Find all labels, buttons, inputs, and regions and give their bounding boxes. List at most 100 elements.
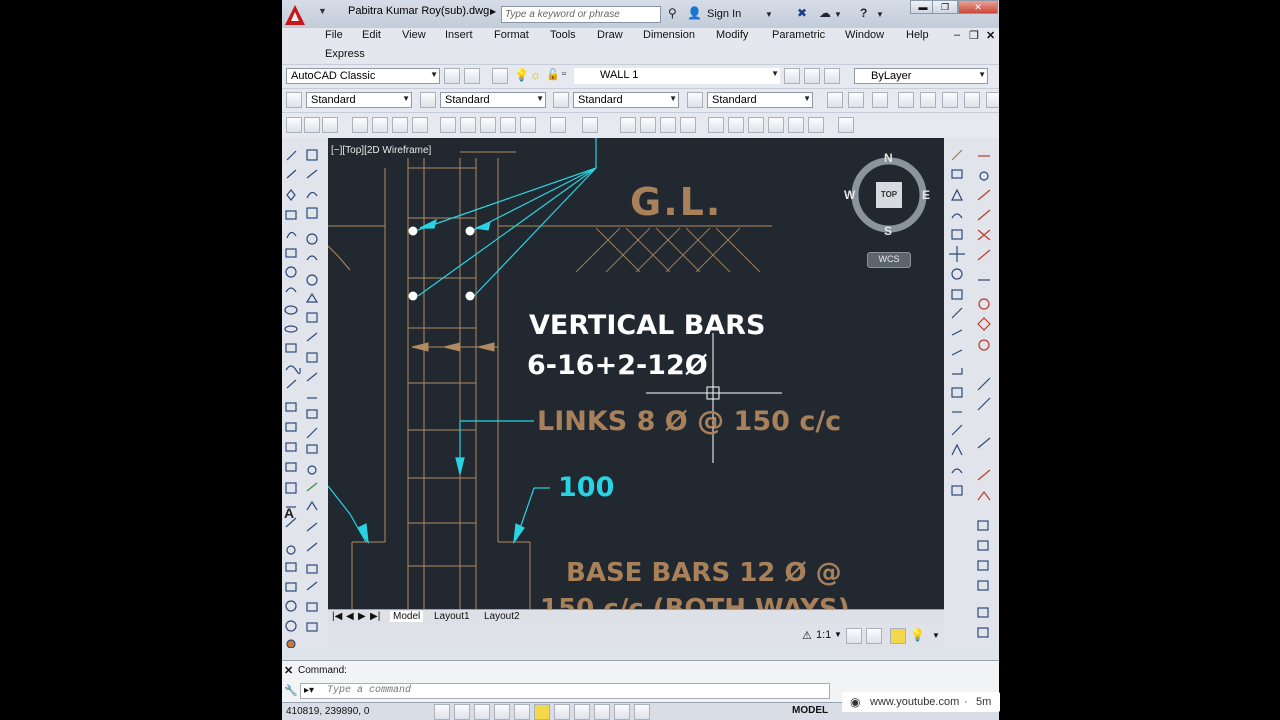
open-file-icon[interactable]	[304, 117, 320, 133]
youtube-source-overlay[interactable]: ◉ www.youtube.com · 5m	[842, 692, 1000, 712]
ortho-mode-icon[interactable]	[494, 704, 510, 720]
menu-modify[interactable]: Modify	[716, 29, 748, 41]
draw-tools-strip[interactable]: A	[282, 138, 328, 649]
dim-diameter-icon[interactable]	[942, 92, 958, 108]
menu-window[interactable]: Window	[845, 29, 884, 41]
viewport-controls-label[interactable]: [−][Top][2D Wireframe]	[331, 145, 431, 156]
tab-prev-icon[interactable]: ◀	[346, 611, 354, 622]
tab-last-icon[interactable]: ▶|	[370, 611, 380, 622]
sign-in-dropdown-icon[interactable]: ▼	[765, 10, 773, 19]
compass-east[interactable]: E	[922, 188, 930, 202]
menu-format[interactable]: Format	[494, 29, 529, 41]
restore-button[interactable]: ❐	[932, 0, 958, 14]
workspace-switch-icon[interactable]	[890, 628, 906, 644]
color-select[interactable]: ByLayer ▼	[854, 68, 988, 84]
tab-model[interactable]: Model	[390, 611, 424, 622]
sign-in-button[interactable]: Sign In	[707, 8, 741, 20]
source-url[interactable]: www.youtube.com	[870, 696, 959, 708]
menu-edit[interactable]: Edit	[362, 29, 381, 41]
print-icon[interactable]	[352, 117, 368, 133]
tab-next-icon[interactable]: ▶	[358, 611, 366, 622]
snap-mode-icon[interactable]	[454, 704, 470, 720]
quick-properties-icon[interactable]	[634, 704, 650, 720]
menu-help[interactable]: Help	[906, 29, 929, 41]
sun-icon[interactable]: ☼	[530, 68, 541, 82]
autocad-logo-icon[interactable]	[284, 4, 306, 26]
color-swatch-icon[interactable]: ▫	[562, 68, 566, 80]
search-input[interactable]: Type a keyword or phrase	[501, 6, 661, 23]
menu-tools[interactable]: Tools	[550, 29, 576, 41]
design-center-icon[interactable]	[728, 117, 744, 133]
multileader-style-icon[interactable]	[687, 92, 703, 108]
lock-icon[interactable]: 🔓	[546, 68, 560, 81]
command-input[interactable]: Type a command	[300, 683, 830, 699]
block-editor-icon[interactable]	[520, 117, 536, 133]
menu-draw[interactable]: Draw	[597, 29, 623, 41]
gear-icon[interactable]	[444, 68, 460, 84]
pan-icon[interactable]	[620, 117, 636, 133]
zoom-realtime-icon[interactable]	[640, 117, 656, 133]
user-icon[interactable]: 👤	[687, 6, 702, 20]
doc-minimize-icon[interactable]: –	[954, 29, 960, 41]
match-properties-icon[interactable]	[500, 117, 516, 133]
multileader-style-select[interactable]: Standard ▼	[707, 92, 813, 108]
text-style-icon[interactable]	[286, 92, 302, 108]
quick-access-dropdown-icon[interactable]: ▼	[318, 6, 327, 16]
dim-linear-icon[interactable]	[827, 92, 843, 108]
compass-south[interactable]: S	[884, 224, 892, 238]
menu-view[interactable]: View	[402, 29, 426, 41]
sheet-set-icon[interactable]	[768, 117, 784, 133]
quickcalc-icon[interactable]	[808, 117, 824, 133]
undo-icon[interactable]	[550, 117, 566, 133]
wcs-menu[interactable]: WCS	[867, 252, 911, 268]
grid-display-icon[interactable]	[474, 704, 490, 720]
help-icon[interactable]: ?	[860, 6, 867, 20]
zoom-previous-icon[interactable]	[680, 117, 696, 133]
properties-icon[interactable]	[708, 117, 724, 133]
drawing-viewport[interactable]: [−][Top][2D Wireframe] G.L. VERTICAL BAR…	[328, 138, 944, 609]
tool-palettes-icon[interactable]	[748, 117, 764, 133]
workspace-select[interactable]: AutoCAD Classic ▼	[286, 68, 440, 84]
menu-dimension[interactable]: Dimension	[643, 29, 695, 41]
menu-express[interactable]: Express	[325, 48, 365, 60]
annotation-scale-icon[interactable]: ⚠	[802, 629, 812, 642]
annotation-scale-value[interactable]: 1:1	[816, 629, 831, 641]
command-prompt-icon[interactable]: ▸▾	[304, 685, 314, 696]
exchange-icon[interactable]: ✖	[797, 6, 807, 20]
close-button[interactable]: ✕	[958, 0, 998, 14]
print-preview-icon[interactable]	[372, 117, 388, 133]
tab-layout1[interactable]: Layout1	[434, 611, 470, 622]
layer-properties-icon[interactable]	[492, 68, 508, 84]
tab-first-icon[interactable]: |◀	[332, 611, 342, 622]
help-dropdown-icon[interactable]: ▼	[876, 10, 884, 19]
close-icon[interactable]: ✕	[284, 664, 293, 677]
compass-north[interactable]: N	[884, 151, 893, 165]
cut-icon[interactable]	[440, 117, 456, 133]
layer-previous-icon[interactable]	[804, 68, 820, 84]
annotation-scale-dropdown-icon[interactable]: ▼	[834, 630, 842, 639]
lightbulb-icon[interactable]: 💡	[514, 68, 529, 82]
publish-icon[interactable]	[392, 117, 408, 133]
binoculars-icon[interactable]: ⚲	[668, 6, 677, 20]
markup-set-icon[interactable]	[788, 117, 804, 133]
dimension-style-icon[interactable]	[420, 92, 436, 108]
menu-file[interactable]: File	[325, 29, 343, 41]
isolate-objects-icon[interactable]: 💡	[910, 628, 925, 642]
menu-parametric[interactable]: Parametric	[772, 29, 825, 41]
doc-restore-icon[interactable]: ❐	[969, 29, 979, 42]
object-snap-tracking-icon[interactable]	[554, 704, 570, 720]
text-style-select[interactable]: Standard ▼	[306, 92, 412, 108]
dropdown-icon[interactable]: ▼	[834, 10, 842, 19]
paste-icon[interactable]	[480, 117, 496, 133]
redo-icon[interactable]	[582, 117, 598, 133]
chevron-right-icon[interactable]: ▶	[490, 7, 496, 16]
annotation-visibility-icon[interactable]	[846, 628, 862, 644]
dim-arc-icon[interactable]	[872, 92, 888, 108]
lineweight-icon[interactable]	[614, 704, 630, 720]
make-current-layer-icon[interactable]	[784, 68, 800, 84]
menu-insert[interactable]: Insert	[445, 29, 473, 41]
status-menu-icon[interactable]: ▼	[932, 631, 940, 640]
help-toolbar-icon[interactable]	[838, 117, 854, 133]
dim-ordinate-icon[interactable]	[898, 92, 914, 108]
doc-close-icon[interactable]: ✕	[986, 29, 995, 42]
